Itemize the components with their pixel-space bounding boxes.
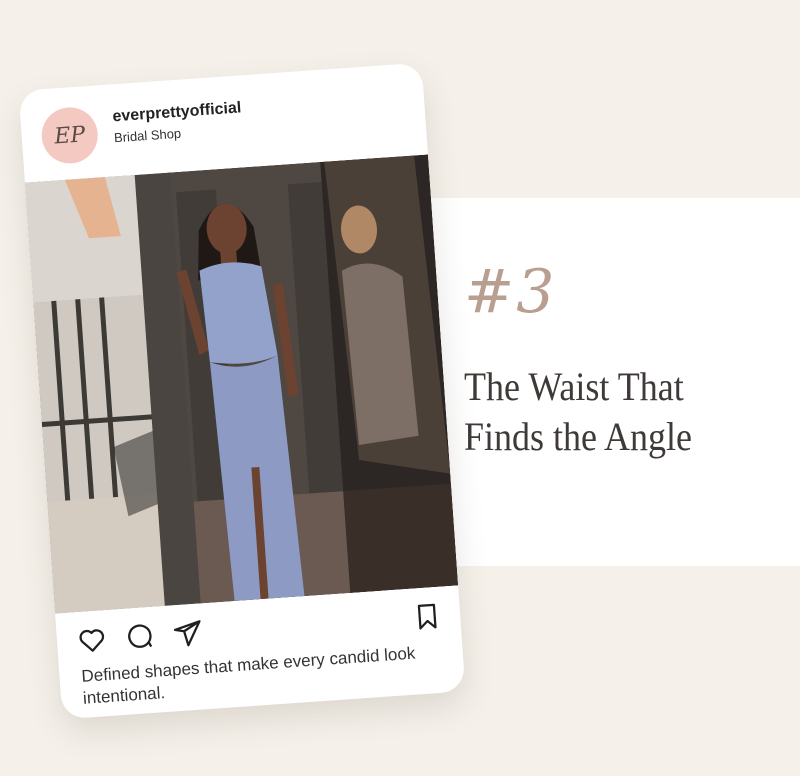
post-account-type: Bridal Shop: [113, 125, 182, 146]
headline-line-2: Finds the Angle: [464, 414, 693, 459]
avatar[interactable]: EP: [39, 105, 100, 166]
bookmark-icon[interactable]: [411, 601, 443, 633]
comment-icon[interactable]: [124, 621, 156, 653]
send-icon[interactable]: [172, 617, 204, 649]
heart-icon[interactable]: [76, 624, 108, 656]
feature-headline: The Waist That Finds the Angle: [464, 362, 752, 462]
feature-number: #3: [464, 257, 557, 327]
headline-line-1: The Waist That: [464, 364, 684, 409]
post-photo[interactable]: [24, 154, 459, 614]
instagram-post-card: EP everprettyofficial Bridal Shop Define…: [18, 62, 466, 720]
post-username[interactable]: everprettyofficial: [112, 99, 242, 126]
